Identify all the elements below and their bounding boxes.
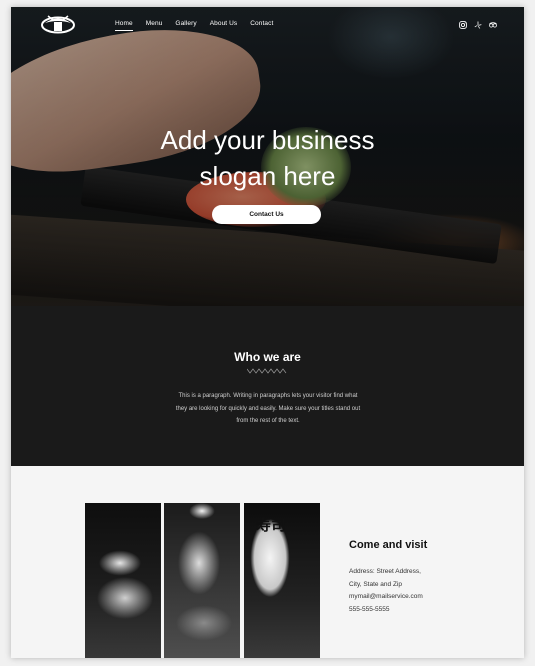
nav-item-about-us[interactable]: About Us: [210, 20, 238, 31]
email-link[interactable]: mymail@mailservice.com: [349, 591, 423, 604]
about-section: Who we are This is a paragraph. Writing …: [11, 306, 524, 466]
sushi-logo-icon[interactable]: [40, 13, 76, 35]
slogan-line-1: Add your business: [160, 125, 375, 155]
main-nav: Home Menu Gallery About Us Contact: [115, 20, 286, 31]
contact-us-button[interactable]: Contact Us: [212, 205, 321, 224]
zigzag-divider-icon: [247, 368, 287, 374]
tripadvisor-icon[interactable]: [489, 16, 497, 28]
instagram-icon[interactable]: [459, 16, 467, 29]
phone-number[interactable]: 555-555-5555: [349, 604, 423, 617]
address-line-1: Address: Street Address,: [349, 568, 421, 575]
nav-item-home[interactable]: Home: [115, 20, 133, 31]
hero-slogan: Add your business slogan here: [11, 122, 524, 194]
visit-section: 寿司 Come and visit Address: Street Addres…: [11, 466, 524, 658]
hero-section: Home Menu Gallery About Us Contact Add y…: [11, 7, 524, 306]
slogan-line-2: slogan here: [199, 161, 336, 191]
about-paragraph: This is a paragraph. Writing in paragrap…: [175, 393, 361, 424]
nav-item-contact[interactable]: Contact: [250, 20, 273, 31]
visit-heading: Come and visit: [349, 539, 428, 551]
social-links: [459, 16, 497, 29]
food-photo: [85, 503, 161, 658]
nav-item-gallery[interactable]: Gallery: [175, 20, 196, 31]
nav-item-menu[interactable]: Menu: [146, 20, 163, 31]
lantern-photo: 寿司: [244, 503, 320, 658]
yelp-icon[interactable]: [474, 16, 482, 29]
contact-info: Address: Street Address, City, State and…: [349, 566, 423, 616]
address-line-2: City, State and Zip: [349, 580, 402, 588]
lantern-text: 寿司: [255, 517, 286, 534]
website-frame: Home Menu Gallery About Us Contact Add y…: [11, 7, 524, 658]
chef-photo: [164, 503, 240, 658]
about-heading: Who we are: [234, 350, 301, 364]
